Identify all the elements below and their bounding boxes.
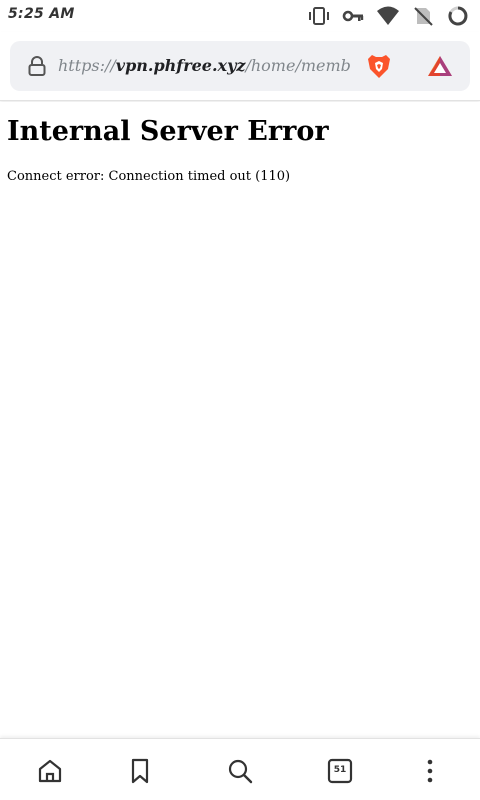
- brave-rewards-icon[interactable]: [427, 54, 453, 78]
- status-time: 5:25 AM: [8, 6, 75, 22]
- search-icon[interactable]: [226, 757, 254, 785]
- bottom-nav: 51: [0, 738, 480, 800]
- vibrate-icon: [308, 4, 330, 28]
- brave-shields-icon[interactable]: [367, 53, 391, 79]
- browser-toolbar: https://vpn.phfree.xyz/home/memb: [0, 32, 480, 101]
- url-bar[interactable]: https://vpn.phfree.xyz/home/memb: [10, 41, 470, 91]
- status-bar: 5:25 AM: [0, 0, 480, 32]
- loading-ring-icon: [446, 4, 470, 28]
- wifi-icon: [376, 4, 400, 28]
- home-icon[interactable]: [36, 757, 64, 785]
- tabs-icon[interactable]: 51: [326, 757, 354, 785]
- url-path: /home/memb: [245, 56, 351, 75]
- error-message: Connect error: Connection timed out (110…: [7, 169, 291, 184]
- page-content: Internal Server Error Connect error: Con…: [0, 102, 480, 738]
- lock-icon[interactable]: [26, 55, 48, 77]
- vpn-key-icon: [342, 4, 364, 28]
- bookmark-icon[interactable]: [126, 757, 154, 785]
- url-host: vpn.phfree.xyz: [115, 56, 246, 75]
- url-text[interactable]: https://vpn.phfree.xyz/home/memb: [58, 54, 358, 78]
- error-heading: Internal Server Error: [7, 116, 329, 147]
- tab-count: 51: [333, 765, 347, 775]
- no-sim-icon: [412, 4, 434, 28]
- more-vertical-icon[interactable]: [416, 757, 444, 785]
- status-icons: [308, 4, 470, 28]
- url-scheme: https://: [58, 56, 116, 75]
